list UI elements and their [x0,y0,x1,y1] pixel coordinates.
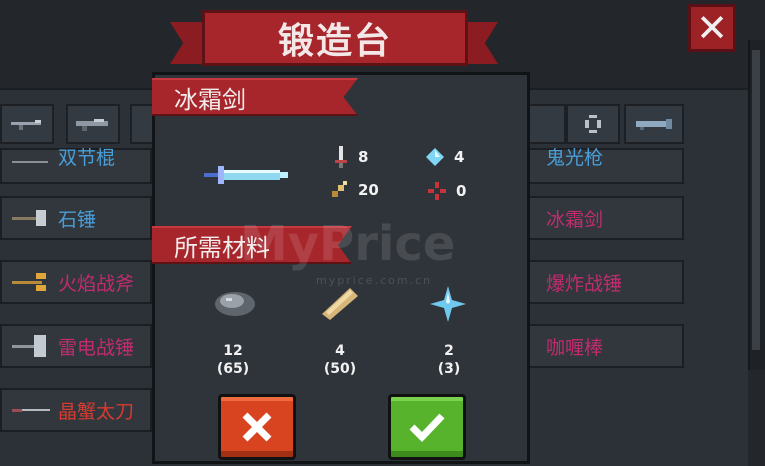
weapon-name: 爆炸战锤 [546,272,623,295]
wood-count: 4 (50) [305,342,375,378]
list-item-weapon[interactable]: 火焰战斧 [0,260,152,304]
flame-axe-icon [12,273,46,291]
accuracy-stat: 0 [428,182,466,200]
crystal-owned: (3) [437,361,461,377]
wood-owned: (50) [323,361,357,377]
damage-value: 8 [358,148,369,166]
crystal-crab-katana-icon [12,409,50,412]
list-item-weapon[interactable]: 雷电战锤 [0,324,152,368]
crystal-count: 2 (3) [414,342,484,378]
check-icon [409,413,445,442]
tab-weapon-1[interactable] [0,104,54,144]
watermark-url: myprice.com.cn [316,274,433,287]
list-item-weapon[interactable]: 咖喱棒 [528,324,684,368]
crit-icon [332,181,347,197]
crit-value: 20 [358,181,379,199]
weapon-name: 火焰战斧 [58,272,135,295]
energy-crystal-icon [426,148,444,166]
cancel-button[interactable] [218,394,296,460]
accuracy-value: 0 [456,182,467,200]
list-item-weapon[interactable]: 双节棍 [0,147,152,184]
thunder-hammer-icon [12,335,46,357]
weapon-name: 鬼光枪 [546,146,604,169]
fish-gun-icon [636,119,672,130]
ore-count: 12 (65) [198,342,268,378]
page-title-text: 锻造台 [277,21,392,62]
wood-required: 4 [335,343,345,359]
weapon-name: 雷电战锤 [58,336,135,359]
list-item-weapon[interactable]: 鬼光枪 [528,147,684,184]
weapon-name-title: 冰霜剑 [174,85,246,114]
watermark: MyPrice [240,216,456,272]
rifle-icon [11,120,41,130]
stone-hammer-icon [12,210,46,226]
list-item-weapon[interactable]: 冰霜剑 [528,196,684,240]
diamond-ring-icon [585,115,601,133]
weapon-name: 冰霜剑 [546,208,604,231]
weapon-name: 咖喱棒 [546,336,604,359]
crit-stat: 20 [330,181,379,199]
weapon-name-ribbon: 冰霜剑 [152,78,358,116]
nunchaku-icon [12,161,48,163]
ore-owned: (65) [216,361,250,377]
close-icon: ✕ [696,6,728,50]
weapon-name: 石锤 [58,208,97,231]
damage-stat: 8 [334,146,368,168]
list-item-weapon[interactable]: 晶蟹太刀 [0,388,152,432]
tab-weapon-3[interactable] [130,104,154,144]
confirm-button[interactable] [388,394,466,460]
ore-required: 12 [223,343,243,359]
damage-icon [335,146,347,168]
energy-value: 4 [454,148,465,166]
tab-weapon-6[interactable] [624,104,684,144]
frost-sword-icon [204,166,288,184]
ore-icon [215,292,255,316]
scrollbar-thumb[interactable] [752,50,760,350]
weapon-name: 双节棍 [58,146,116,169]
tab-weapon-5[interactable] [566,104,620,144]
list-item-weapon[interactable]: 石锤 [0,196,152,240]
crystal-required: 2 [444,343,454,359]
page-title: 锻造台 [202,10,468,66]
blaster-icon [76,119,108,131]
close-button[interactable]: ✕ [688,4,736,52]
close-icon [242,412,272,442]
ice-crystal-icon [430,286,466,322]
list-item-weapon[interactable]: 爆炸战锤 [528,260,684,304]
tab-weapon-2[interactable] [66,104,120,144]
tab-weapon-4[interactable] [528,104,566,144]
wood-plank-icon [322,288,358,320]
weapon-name: 晶蟹太刀 [58,400,135,423]
energy-stat: 4 [426,148,464,166]
scrollbar[interactable] [748,40,765,370]
crosshair-icon [428,182,446,200]
